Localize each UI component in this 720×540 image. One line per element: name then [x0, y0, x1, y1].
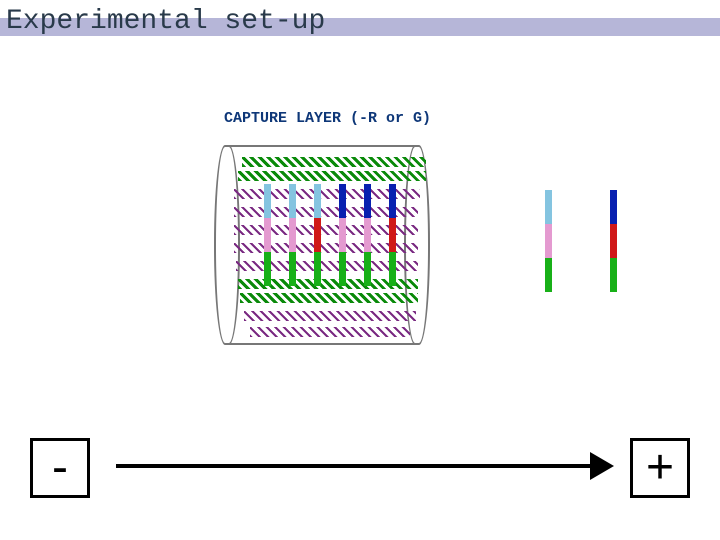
positive-pole: + [630, 438, 690, 498]
probe-segment [364, 184, 371, 218]
probe-segment [289, 184, 296, 218]
probe-segment [389, 218, 396, 252]
legend-segment [545, 190, 552, 224]
gel-layer [244, 311, 416, 321]
cylinder-diagram [214, 145, 430, 341]
probe-segment [389, 184, 396, 218]
probe-segment [314, 218, 321, 252]
negative-pole: - [30, 438, 90, 498]
probe-segment [339, 218, 346, 252]
probe-segment [264, 252, 271, 286]
probe-segment [364, 218, 371, 252]
probe-segment [339, 252, 346, 286]
gel-layer [242, 157, 426, 167]
capture-layer-label: CAPTURE LAYER (-R or G) [224, 110, 431, 127]
legend-segment [610, 190, 617, 224]
gel-layer [250, 327, 410, 337]
legend-segment [545, 224, 552, 258]
probe-segment [289, 252, 296, 286]
page-title: Experimental set-up [6, 6, 325, 37]
probe-segment [314, 252, 321, 286]
minus-label: - [52, 444, 68, 492]
probe-segment [314, 184, 321, 218]
plus-label: + [646, 444, 674, 492]
probe-segment [289, 218, 296, 252]
legend-segment [610, 224, 617, 258]
legend-segment [545, 258, 552, 292]
gel-layer [240, 293, 418, 303]
arrow-head-icon [590, 452, 614, 480]
probe-segment [264, 218, 271, 252]
probe-segment [389, 252, 396, 286]
electrophoresis-axis: - + [30, 438, 690, 510]
arrow-line [116, 464, 594, 468]
probe-segment [264, 184, 271, 218]
gel-layer [238, 171, 426, 181]
probe-segment [364, 252, 371, 286]
legend-segment [610, 258, 617, 292]
probe-segment [339, 184, 346, 218]
